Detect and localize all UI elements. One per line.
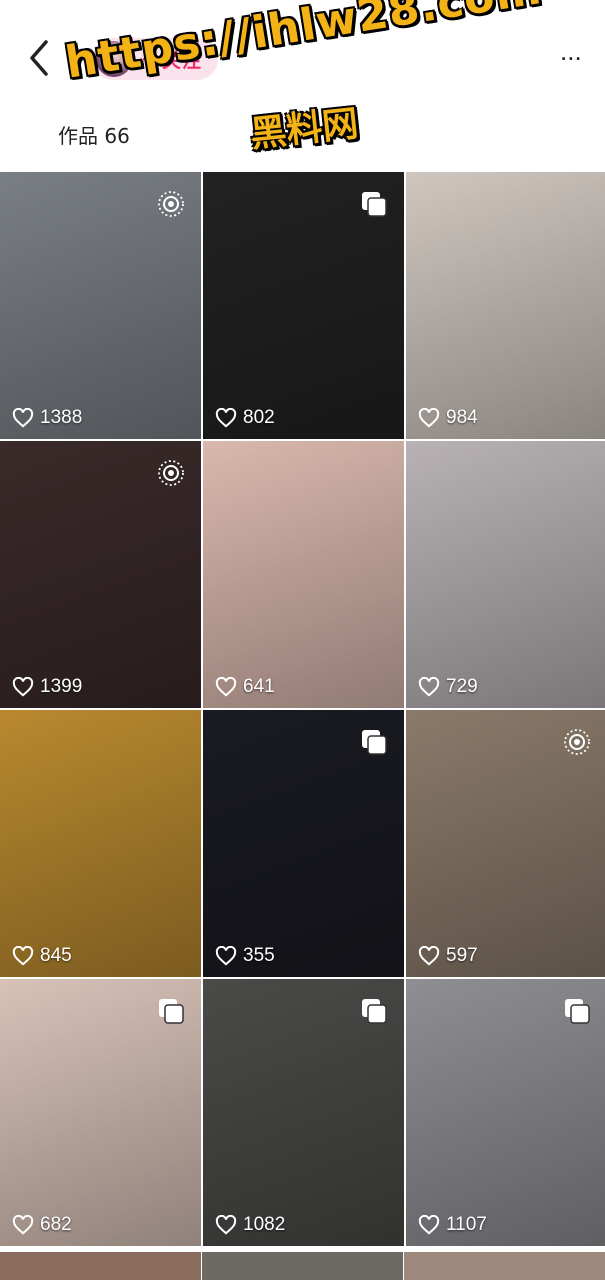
post-tile[interactable]: 1388: [0, 172, 201, 439]
multi-image-icon: [360, 997, 388, 1025]
like-count: 641: [215, 676, 275, 698]
like-count-value: 597: [446, 945, 478, 966]
multi-image-icon: [563, 997, 591, 1025]
like-count: 1399: [12, 676, 82, 698]
like-count: 984: [418, 407, 478, 429]
heart-icon: [215, 408, 237, 428]
like-count-value: 1107: [446, 1214, 487, 1235]
heart-icon: [12, 408, 34, 428]
post-tile[interactable]: 1082: [203, 979, 404, 1246]
like-count: 802: [215, 407, 275, 429]
next-row-partial: [0, 1252, 605, 1280]
like-count-value: 802: [243, 407, 275, 428]
multi-image-icon: [360, 728, 388, 756]
like-count: 845: [12, 945, 72, 967]
like-count-value: 641: [243, 676, 275, 697]
live-photo-icon: [563, 728, 591, 756]
live-photo-icon: [157, 190, 185, 218]
chevron-left-icon: [30, 40, 48, 76]
like-count-value: 729: [446, 676, 478, 697]
like-count: 355: [215, 945, 275, 967]
heart-icon: [418, 1215, 440, 1235]
post-tile[interactable]: 1107: [406, 979, 605, 1246]
heart-icon: [12, 946, 34, 966]
like-count-value: 1399: [40, 676, 83, 697]
like-count-value: 355: [243, 945, 275, 966]
like-count-value: 1082: [243, 1214, 286, 1235]
like-count: 1107: [418, 1214, 487, 1236]
like-count: 597: [418, 945, 478, 967]
like-count: 1082: [215, 1214, 285, 1236]
heart-icon: [418, 946, 440, 966]
post-tile[interactable]: 641: [203, 441, 404, 708]
like-count: 729: [418, 676, 478, 698]
post-thumbnail: [406, 441, 605, 708]
like-count-value: 845: [40, 945, 72, 966]
heart-icon: [215, 677, 237, 697]
live-photo-icon: [157, 459, 185, 487]
post-tile[interactable]: 682: [0, 979, 201, 1246]
heart-icon: [418, 677, 440, 697]
heart-icon: [215, 946, 237, 966]
multi-image-icon: [360, 190, 388, 218]
post-tile[interactable]: 355: [203, 710, 404, 977]
heart-icon: [12, 677, 34, 697]
heart-icon: [215, 1215, 237, 1235]
like-count: 1388: [12, 407, 82, 429]
works-count-label: 作品 66: [58, 124, 130, 148]
post-tile[interactable]: 1399: [0, 441, 201, 708]
heart-icon: [418, 408, 440, 428]
heart-icon: [12, 1215, 34, 1235]
like-count-value: 1388: [40, 407, 83, 428]
post-tile[interactable]: 729: [406, 441, 605, 708]
like-count-value: 682: [40, 1214, 72, 1235]
post-tile[interactable]: 802: [203, 172, 404, 439]
more-menu-button[interactable]: ...: [560, 36, 582, 67]
post-thumbnail: [0, 710, 201, 977]
post-tile[interactable]: 984: [406, 172, 605, 439]
like-count-value: 984: [446, 407, 478, 428]
post-tile[interactable]: 845: [0, 710, 201, 977]
post-thumbnail: [406, 172, 605, 439]
like-count: 682: [12, 1214, 72, 1236]
back-button[interactable]: [22, 36, 58, 80]
post-tile[interactable]: 597: [406, 710, 605, 977]
multi-image-icon: [157, 997, 185, 1025]
post-thumbnail: [203, 441, 404, 708]
